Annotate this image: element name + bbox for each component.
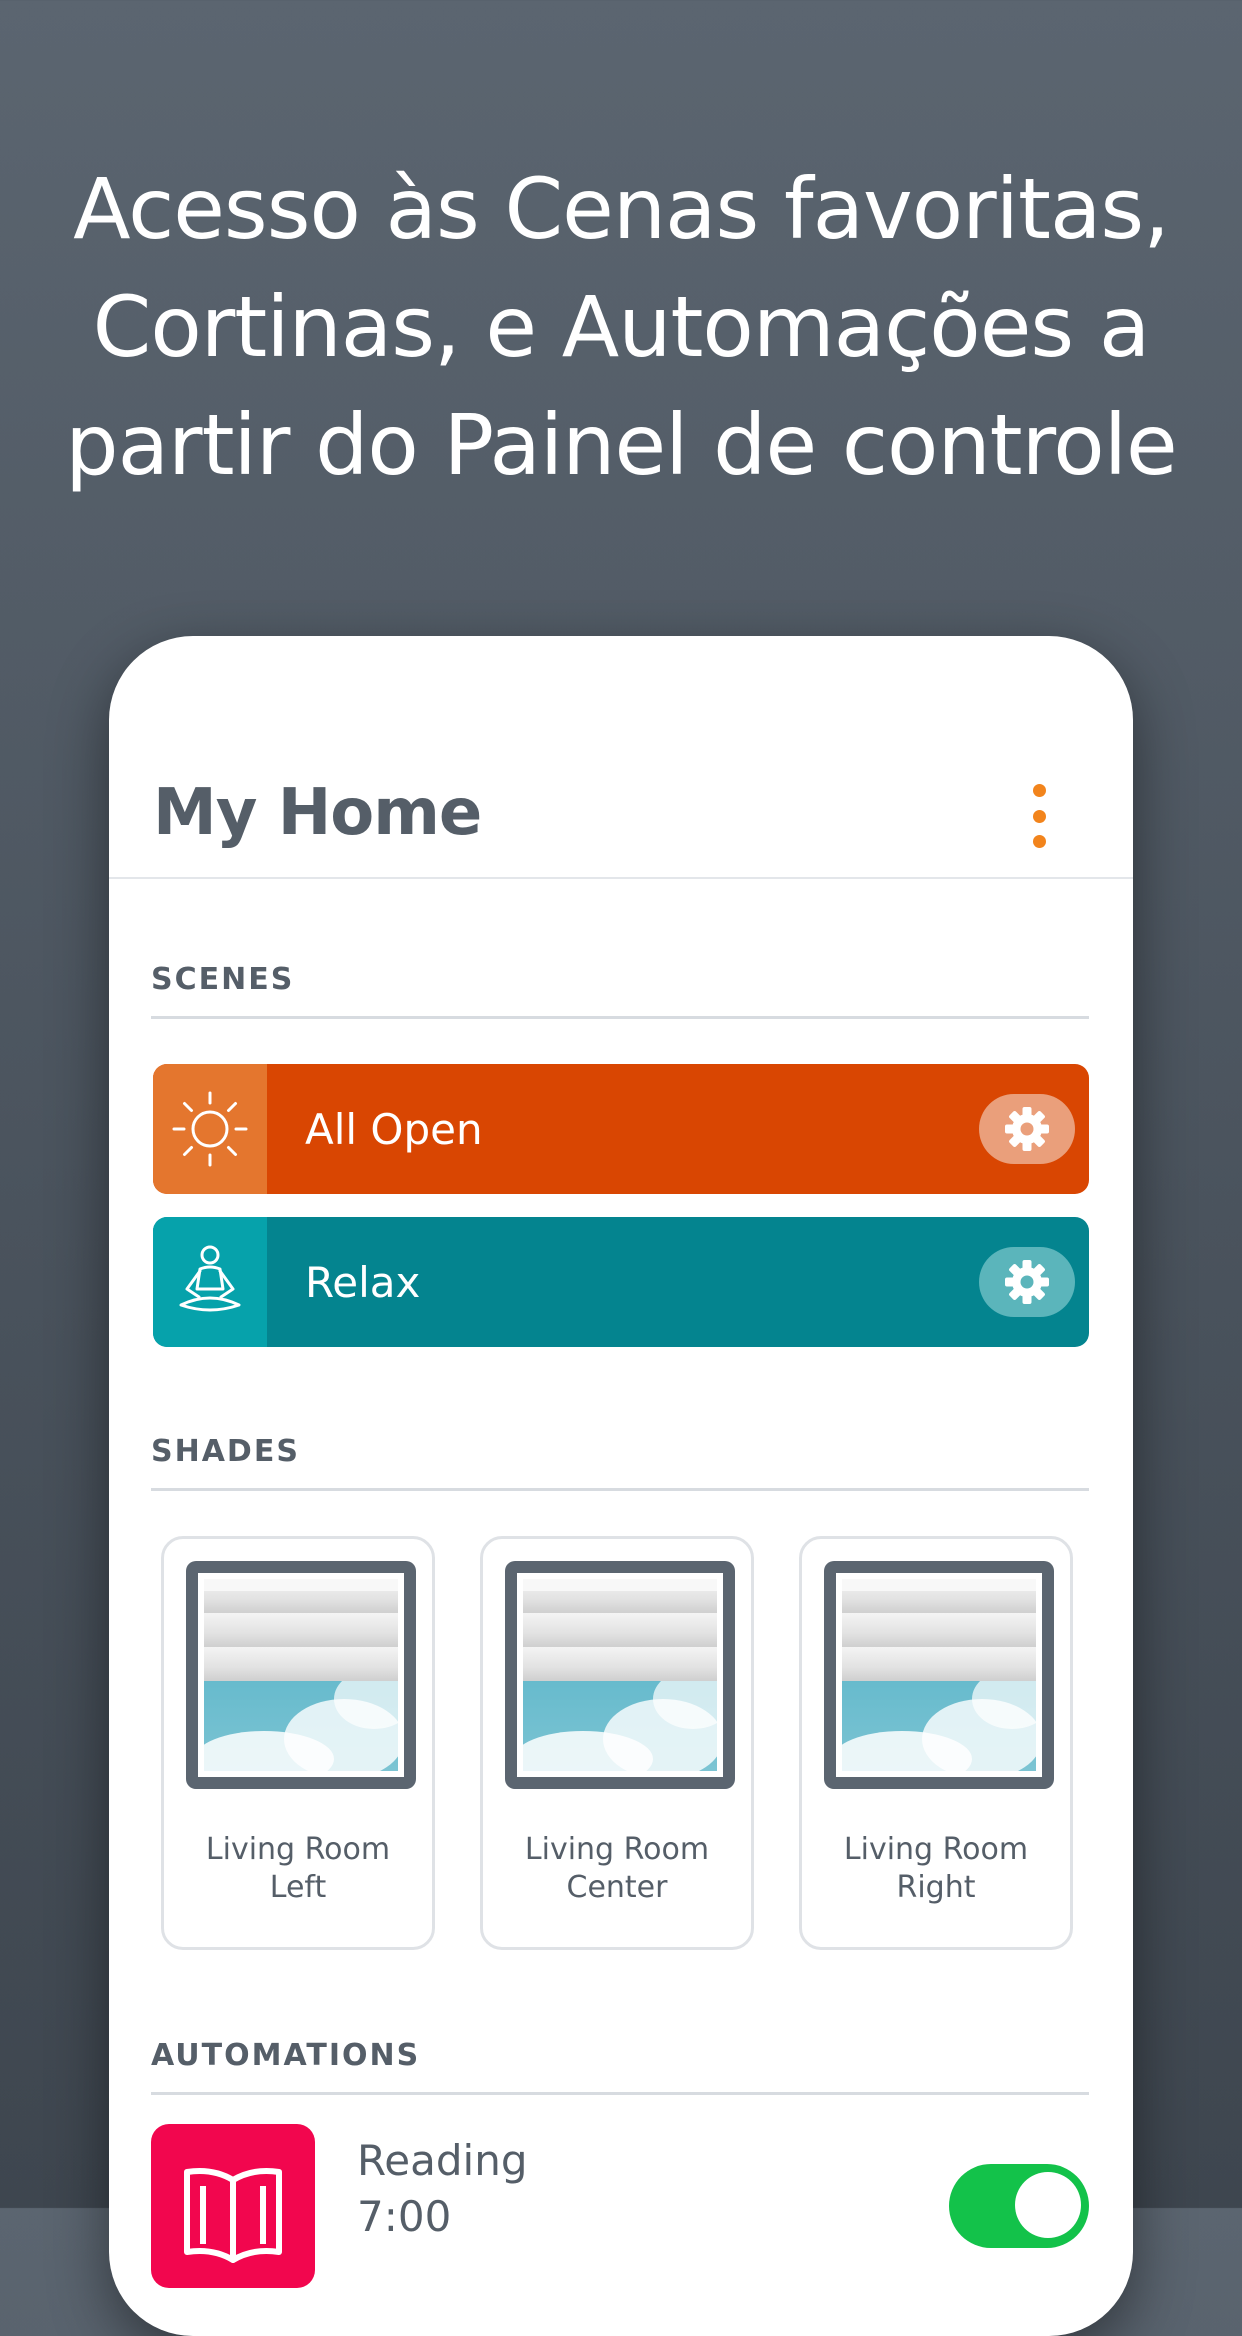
scene-all-open[interactable]: All Open	[153, 1064, 1089, 1194]
promo-headline: Acesso às Cenas favoritas, Cortinas, e A…	[40, 150, 1202, 504]
shade-name: Living Room Center	[483, 1831, 751, 1907]
shade-name-line-1: Living Room	[524, 1832, 710, 1867]
shade-name-line-2: Center	[566, 1870, 668, 1905]
automations-section-label: AUTOMATIONS	[151, 2038, 421, 2073]
shade-card[interactable]: Living Room Right	[799, 1536, 1073, 1950]
shade-name-line-2: Left	[269, 1870, 327, 1905]
phone-screen: My Home SCENES All Open Relax SHADES Liv…	[109, 636, 1133, 2336]
scene-relax[interactable]: Relax	[153, 1217, 1089, 1347]
automation-time: 7:00	[357, 2192, 452, 2241]
shades-divider	[151, 1488, 1089, 1491]
scenes-section-label: SCENES	[151, 962, 295, 997]
automation-toggle[interactable]	[949, 2164, 1089, 2248]
shade-name: Living Room Right	[802, 1831, 1070, 1907]
scene-label: All Open	[305, 1104, 483, 1154]
gear-icon[interactable]	[979, 1247, 1075, 1317]
meditation-icon	[153, 1217, 267, 1347]
shade-name: Living Room Left	[164, 1831, 432, 1907]
page-title: My Home	[153, 776, 482, 850]
shade-card[interactable]: Living Room Center	[480, 1536, 754, 1950]
book-icon	[151, 2124, 315, 2288]
shade-name-line-1: Living Room	[843, 1832, 1029, 1867]
window-shade-icon	[505, 1561, 735, 1789]
window-shade-icon	[186, 1561, 416, 1789]
scenes-divider	[151, 1016, 1089, 1019]
scene-label: Relax	[305, 1257, 421, 1307]
automation-label: Reading	[357, 2136, 528, 2185]
toggle-knob	[1015, 2172, 1081, 2238]
more-vertical-icon[interactable]	[1019, 784, 1059, 848]
shade-name-line-1: Living Room	[205, 1832, 391, 1867]
sun-icon	[153, 1064, 267, 1194]
window-shade-icon	[824, 1561, 1054, 1789]
shades-section-label: SHADES	[151, 1434, 300, 1469]
headline-line-1: Acesso às Cenas favoritas,	[73, 160, 1170, 258]
automations-divider	[151, 2092, 1089, 2095]
shade-name-line-2: Right	[896, 1870, 976, 1905]
headline-line-3: partir do Painel de controle	[65, 396, 1177, 494]
shade-card[interactable]: Living Room Left	[161, 1536, 435, 1950]
headline-line-2: Cortinas, e Automações a	[92, 278, 1151, 376]
app-header: My Home	[109, 636, 1133, 879]
gear-icon[interactable]	[979, 1094, 1075, 1164]
